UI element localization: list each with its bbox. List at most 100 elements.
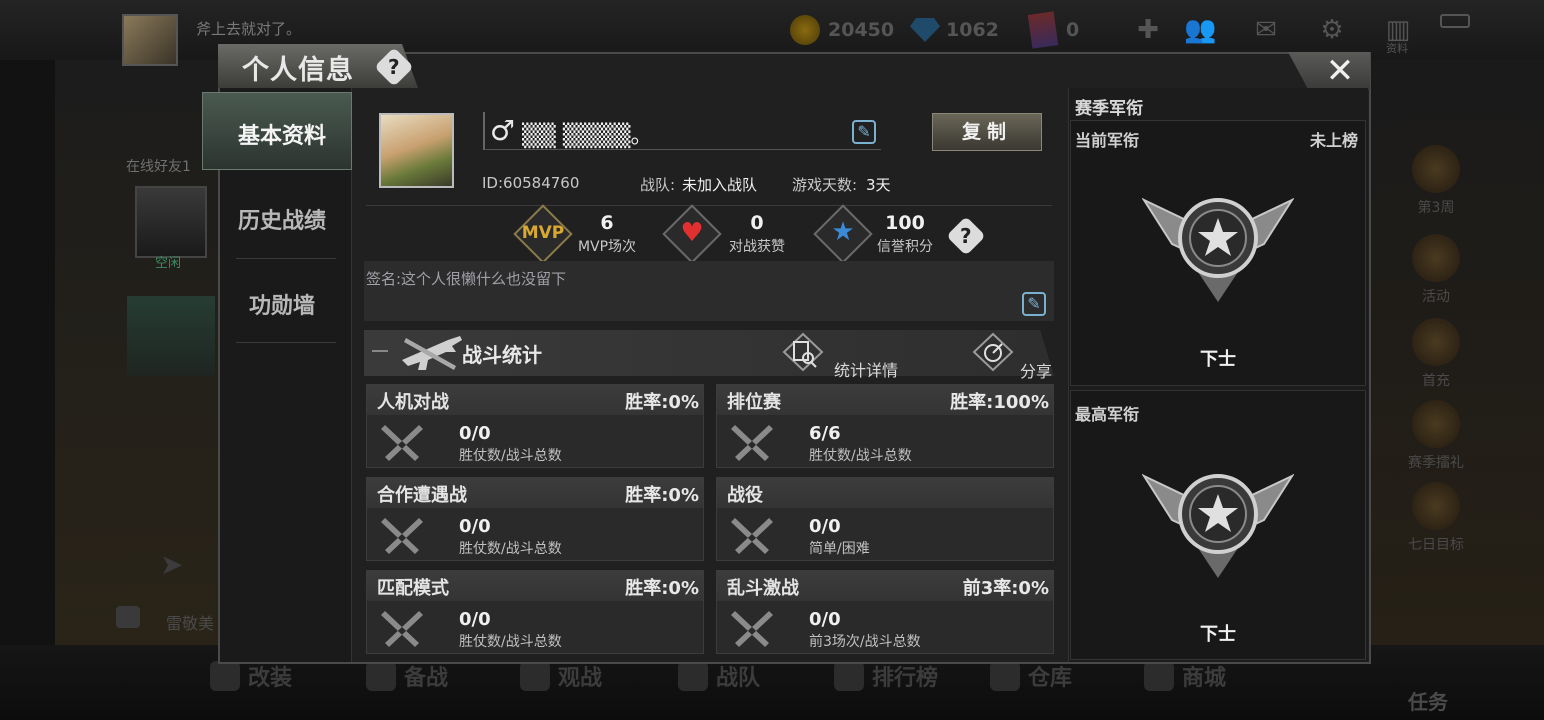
card-value: 6/6 bbox=[809, 423, 841, 444]
nav-modify[interactable]: 改装 bbox=[210, 660, 292, 692]
highest-rank-name: 下士 bbox=[1200, 624, 1236, 645]
card-subtitle: 胜仗数/战斗总数 bbox=[459, 448, 562, 464]
prepare-icon bbox=[366, 661, 396, 691]
events-icon bbox=[1412, 234, 1460, 282]
card-subtitle: 简单/困难 bbox=[809, 541, 870, 557]
card-win-rate: 前3率:0% bbox=[962, 578, 1049, 599]
player-nickname: 斧上去就对了。 bbox=[196, 20, 302, 38]
nav-warehouse[interactable]: 仓库 bbox=[990, 660, 1072, 692]
share-icon[interactable] bbox=[972, 332, 1014, 372]
header-dash bbox=[372, 350, 388, 352]
season-rank-title: 赛季军衔 bbox=[1075, 99, 1143, 119]
battle-stats-title: 战斗统计 bbox=[462, 343, 542, 367]
sidebar-item-history[interactable]: 历史战绩 bbox=[216, 203, 348, 235]
card-mode-name: 乱斗激战 bbox=[727, 578, 799, 599]
player-avatar-background[interactable] bbox=[122, 14, 178, 66]
seven-day-icon bbox=[1412, 482, 1460, 530]
right-menu-week[interactable]: 第3周 bbox=[1396, 145, 1476, 217]
stats-detail-icon[interactable] bbox=[782, 332, 824, 372]
add-icon[interactable]: ✚ bbox=[1132, 14, 1164, 46]
diamond-icon bbox=[910, 18, 940, 42]
nav-leaderboard[interactable]: 排行榜 bbox=[834, 660, 938, 692]
nav-spectate[interactable]: 观战 bbox=[520, 660, 602, 692]
dialog-title: 个人信息 bbox=[242, 55, 354, 86]
tasks-label[interactable]: 任务 bbox=[1408, 686, 1448, 715]
team-label: 战队: bbox=[640, 176, 676, 194]
card-value: 0/0 bbox=[459, 423, 491, 444]
diamond-counter: 1062 bbox=[910, 14, 999, 46]
friend-avatar[interactable] bbox=[135, 186, 207, 258]
dialog-sidebar bbox=[220, 88, 352, 662]
card-icon bbox=[1027, 11, 1059, 49]
rank-insignia-icon bbox=[1142, 197, 1294, 302]
signature-text: 签名:这个人很懒什么也没留下 bbox=[366, 270, 567, 288]
sidebar-item-basic-info[interactable]: 基本资料 bbox=[216, 118, 348, 150]
profile-avatar[interactable] bbox=[379, 113, 454, 188]
player-id: ID:60584760 bbox=[482, 174, 580, 192]
right-menu-first-charge[interactable]: 首充 bbox=[1396, 318, 1476, 390]
sidebar-divider bbox=[236, 342, 336, 343]
nav-shop[interactable]: 商城 bbox=[1144, 660, 1226, 692]
battle-card-ranked[interactable]: 排位赛 胜率:100% 6/6 胜仗数/战斗总数 bbox=[716, 384, 1054, 468]
card-win-rate: 胜率:0% bbox=[625, 578, 699, 599]
current-rank-name: 下士 bbox=[1200, 349, 1236, 370]
friend-card[interactable] bbox=[127, 296, 215, 376]
friend-status: 空闲 bbox=[155, 256, 182, 271]
card-amount: 0 bbox=[1066, 19, 1080, 41]
team-value: 未加入战队 bbox=[682, 176, 758, 194]
team-icon bbox=[678, 661, 708, 691]
card-win-rate: 胜率:0% bbox=[625, 392, 699, 413]
credit-label: 信誉积分 bbox=[877, 239, 933, 255]
edit-signature-icon[interactable]: ✎ bbox=[1022, 292, 1046, 316]
battle-card-pve[interactable]: 人机对战 胜率:0% 0/0 胜仗数/战斗总数 bbox=[366, 384, 704, 468]
sidebar-divider bbox=[236, 258, 336, 259]
nav-prepare[interactable]: 备战 bbox=[366, 660, 448, 692]
battle-card-brawl[interactable]: 乱斗激战 前3率:0% 0/0 前3场次/战斗总数 bbox=[716, 570, 1054, 654]
edit-name-icon[interactable]: ✎ bbox=[852, 120, 876, 144]
profile-divider bbox=[366, 205, 1052, 206]
copy-button[interactable]: 复制 bbox=[932, 113, 1042, 151]
card-win-rate: 胜率:100% bbox=[950, 392, 1049, 413]
card-value: 0/0 bbox=[459, 516, 491, 537]
nav-team[interactable]: 战队 bbox=[678, 660, 760, 692]
battle-card-match[interactable]: 匹配模式 胜率:0% 0/0 胜仗数/战斗总数 bbox=[366, 570, 704, 654]
friends-icon[interactable]: 👥 bbox=[1184, 14, 1216, 46]
coin-icon bbox=[790, 15, 820, 45]
coin-counter: 20450 bbox=[790, 14, 894, 46]
crossed-swords-icon bbox=[731, 425, 773, 461]
card-subtitle: 胜仗数/战斗总数 bbox=[809, 448, 912, 464]
modify-icon bbox=[210, 661, 240, 691]
chat-icon[interactable] bbox=[116, 606, 140, 628]
battle-card-campaign[interactable]: 战役 0/0 简单/困难 bbox=[716, 477, 1054, 561]
likes-label: 对战获赞 bbox=[729, 239, 785, 255]
crossed-swords-icon bbox=[731, 518, 773, 554]
heart-icon: ♥ bbox=[680, 218, 704, 248]
card-mode-name: 战役 bbox=[727, 485, 763, 506]
star-icon: ★ bbox=[831, 217, 855, 247]
battle-card-coop[interactable]: 合作遭遇战 胜率:0% 0/0 胜仗数/战斗总数 bbox=[366, 477, 704, 561]
sidebar-item-honor-wall[interactable]: 功勋墙 bbox=[216, 288, 348, 320]
card-mode-name: 人机对战 bbox=[377, 392, 449, 413]
card-mode-name: 排位赛 bbox=[727, 392, 781, 413]
shop-icon bbox=[1144, 661, 1174, 691]
right-menu-events[interactable]: 活动 bbox=[1396, 234, 1476, 306]
coin-amount: 20450 bbox=[828, 19, 895, 41]
stats-detail-link[interactable]: 统计详情 bbox=[834, 357, 898, 381]
card-value: 0/0 bbox=[809, 516, 841, 537]
right-menu-seven-day[interactable]: 七日目标 bbox=[1396, 482, 1476, 554]
rifle-icon bbox=[402, 336, 462, 370]
mail-icon[interactable]: ✉ bbox=[1250, 14, 1282, 46]
expand-arrow-icon[interactable]: ➤ bbox=[160, 548, 183, 581]
play-days-label: 游戏天数: bbox=[792, 176, 858, 194]
card-mode-name: 匹配模式 bbox=[377, 578, 449, 599]
battery-icon bbox=[1440, 14, 1470, 28]
share-link[interactable]: 分享 bbox=[1020, 358, 1052, 382]
play-days-value: 3天 bbox=[866, 176, 891, 194]
friends-online-label: 在线好友1 bbox=[126, 159, 191, 175]
settings-gear-icon[interactable]: ⚙ bbox=[1316, 14, 1348, 46]
gender-male-icon: ♂ bbox=[490, 114, 516, 147]
close-button[interactable]: ✕ bbox=[1320, 52, 1360, 90]
crossed-swords-icon bbox=[731, 611, 773, 647]
mvp-count: 6 bbox=[600, 212, 614, 234]
right-menu-season-gift[interactable]: 赛季擂礼 bbox=[1396, 400, 1476, 472]
